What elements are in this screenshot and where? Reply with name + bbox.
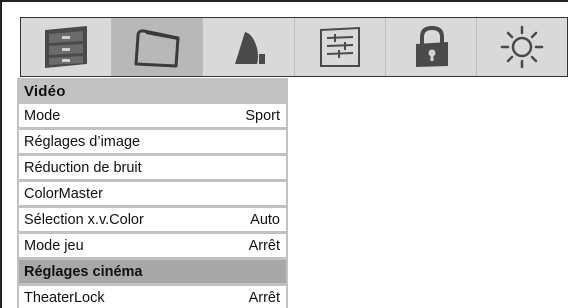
tv-menu-screen: Vidéo Mode Sport Réglages d’image Réduct… <box>0 0 568 308</box>
menu-item-label: Sélection x.v.Color <box>24 211 144 228</box>
picture-icon <box>126 24 188 70</box>
menu-item-label: ColorMaster <box>24 185 103 202</box>
menu-item-picture-settings[interactable]: Réglages d’image <box>19 130 286 153</box>
preferences-icon <box>311 24 369 70</box>
tab-audio[interactable] <box>203 18 293 76</box>
menu-item-value: Arrêt <box>248 237 280 254</box>
menu-title: Vidéo <box>24 83 66 100</box>
menu-item-value: Arrêt <box>248 289 280 306</box>
menu-item-label: Mode jeu <box>24 237 84 254</box>
menu-item-label: TheaterLock <box>24 289 105 306</box>
tab-settings[interactable] <box>477 18 567 76</box>
video-menu-panel: Vidéo Mode Sport Réglages d’image Réduct… <box>17 78 288 308</box>
tab-preferences[interactable] <box>295 18 385 76</box>
cabinet-icon <box>37 24 95 70</box>
menu-item-xvcolor[interactable]: Sélection x.v.Color Auto <box>19 208 286 231</box>
menu-item-colormaster[interactable]: ColorMaster <box>19 182 286 205</box>
menu-item-value: Sport <box>245 107 280 124</box>
menu-item-cinema-settings[interactable]: Réglages cinéma <box>19 260 286 283</box>
tab-setup[interactable] <box>21 18 111 76</box>
sun-settings-icon <box>493 24 551 70</box>
menu-item-value: Auto <box>250 211 280 228</box>
menu-item-label: Réglages cinéma <box>24 263 143 280</box>
tab-lock[interactable] <box>386 18 476 76</box>
menu-item-label: Mode <box>24 107 61 124</box>
menu-item-label: Réglages d’image <box>24 133 141 150</box>
menu-items: Mode Sport Réglages d’image Réduction de… <box>19 104 286 308</box>
menu-item-theaterlock[interactable]: TheaterLock Arrêt <box>19 286 286 308</box>
lock-icon <box>402 24 460 70</box>
speaker-icon <box>219 24 277 70</box>
tab-picture[interactable] <box>112 18 203 76</box>
menu-tab-bar <box>20 17 568 77</box>
menu-item-label: Réduction de bruit <box>24 159 142 176</box>
menu-item-game-mode[interactable]: Mode jeu Arrêt <box>19 234 286 257</box>
menu-item-mode[interactable]: Mode Sport <box>19 104 286 127</box>
menu-item-noise-reduction[interactable]: Réduction de bruit <box>19 156 286 179</box>
